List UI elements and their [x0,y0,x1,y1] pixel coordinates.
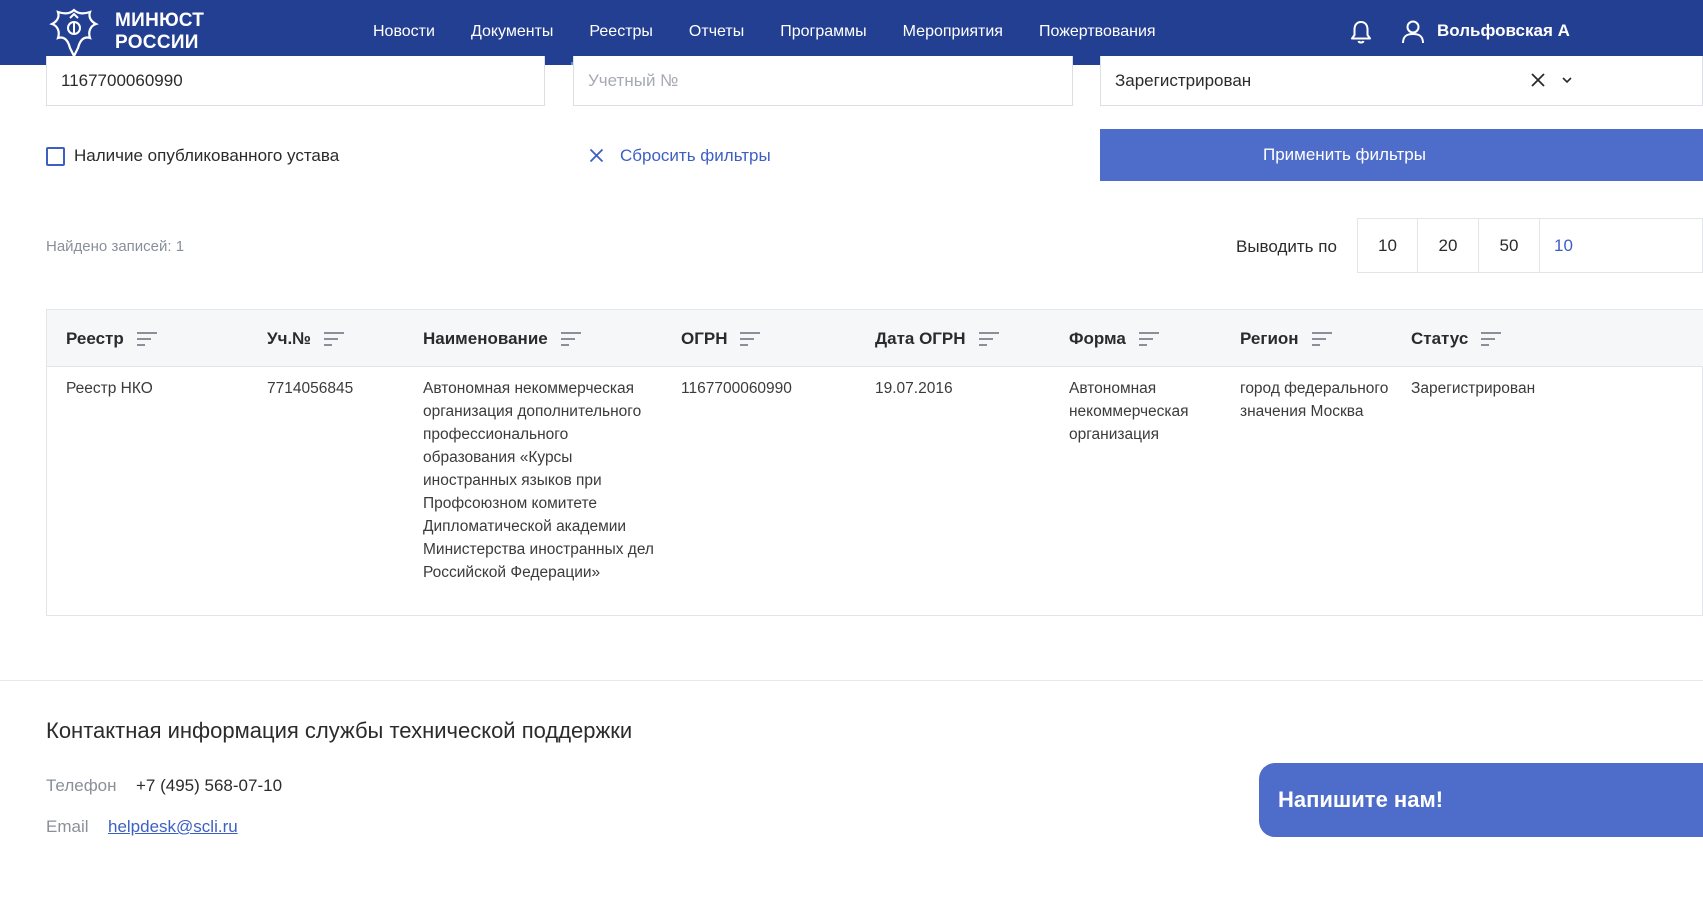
user-name[interactable]: Вольфовская А [1437,21,1570,41]
brand-line-1: МИНЮСТ [115,10,205,31]
write-us-button[interactable]: Напишите нам! [1259,763,1703,837]
column-label: Форма [1069,329,1126,348]
sort-icon[interactable] [1138,331,1160,347]
cell-region: город федерального значения Москва [1240,380,1389,420]
column-form[interactable]: Форма [1069,329,1160,349]
bell-icon[interactable] [1350,19,1372,45]
apply-filters-button[interactable]: Применить фильтры [1100,129,1703,181]
column-label: Регион [1240,329,1299,348]
found-label: Найдено записей: [46,238,172,255]
chevron-down-icon[interactable] [1562,76,1572,84]
column-region[interactable]: Регион [1240,329,1333,349]
per-page-label: Выводить по [1236,237,1337,256]
sort-icon[interactable] [136,331,158,347]
brand-line-2: РОССИИ [115,32,199,53]
per-page-10[interactable]: 10 [1357,218,1418,273]
charter-checkbox[interactable] [46,147,65,166]
cell-registry: Реестр НКО [66,380,153,397]
charter-checkbox-label[interactable]: Наличие опубликованного устава [74,146,339,166]
column-label: Статус [1411,329,1469,348]
column-label: Наименование [423,329,548,348]
ogrn-filter-input[interactable]: 1167700060990 [46,56,545,106]
reset-icon[interactable] [589,148,604,163]
cell-account-number: 7714056845 [267,380,354,397]
cell-status: Зарегистрирован [1411,380,1536,397]
table-header: Реестр Уч.№ Наименование ОГРН Дата ОГРН … [47,310,1703,367]
sort-icon[interactable] [1311,331,1333,347]
sort-icon[interactable] [978,331,1000,347]
column-label: ОГРН [681,329,728,348]
brand-name[interactable]: МИНЮСТ РОССИИ [115,10,204,54]
account-number-input[interactable]: Учетный № [573,56,1073,106]
user-icon[interactable] [1401,19,1425,45]
eagle-logo-icon[interactable] [46,4,102,60]
sort-icon[interactable] [739,331,761,347]
footer-divider [0,680,1703,681]
column-account-number[interactable]: Уч.№ [267,329,345,349]
column-name[interactable]: Наименование [423,329,582,349]
registry-table: Реестр Уч.№ Наименование ОГРН Дата ОГРН … [46,309,1703,616]
column-ogrn-date[interactable]: Дата ОГРН [875,329,1000,349]
phone-label: Телефон [46,776,117,795]
per-page-100[interactable]: 10 [1539,218,1703,273]
column-registry[interactable]: Реестр [66,329,158,349]
cell-ogrn: 1167700060990 [681,380,792,397]
status-select[interactable]: Зарегистрирован [1100,56,1703,106]
cell-name: Автономная некоммерческая организация до… [423,380,654,581]
column-label: Реестр [66,329,124,348]
email-link[interactable]: helpdesk@scli.ru [108,817,238,837]
cell-form: Автономная некоммерческая организация [1069,380,1189,443]
found-records: Найдено записей: 1 [46,238,184,255]
reset-filters-button[interactable]: Сбросить фильтры [620,146,771,166]
sort-icon[interactable] [323,331,345,347]
per-page-20[interactable]: 20 [1417,218,1479,273]
cell-ogrn-date: 19.07.2016 [875,380,953,397]
column-ogrn[interactable]: ОГРН [681,329,761,349]
column-status[interactable]: Статус [1411,329,1502,349]
email-label: Email [46,817,89,836]
column-label: Уч.№ [267,329,312,348]
per-page-50[interactable]: 50 [1478,218,1540,273]
clear-status-icon[interactable] [1529,71,1547,89]
found-count: 1 [175,238,185,255]
column-label: Дата ОГРН [875,329,966,348]
contact-title: Контактная информация службы технической… [46,718,633,743]
sort-icon[interactable] [560,331,582,347]
sort-icon[interactable] [1480,331,1502,347]
phone-value: +7 (495) 568-07-10 [136,776,283,795]
